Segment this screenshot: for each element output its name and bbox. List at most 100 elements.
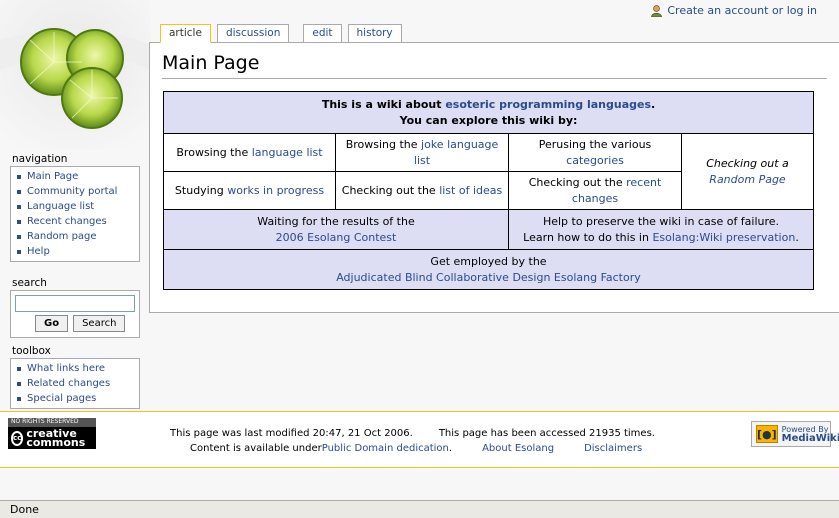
search-buttons: Go Search <box>15 315 135 335</box>
mediawiki-text: Powered By MediaWiki <box>781 425 839 444</box>
esoteric-languages-link[interactable]: esoteric programming languages <box>445 98 651 111</box>
toolbox-heading: toolbox <box>12 345 51 357</box>
language-list-link[interactable]: language list <box>252 146 323 159</box>
user-icon <box>651 4 663 17</box>
about-link[interactable]: About Esolang <box>482 441 554 456</box>
explore-text: You can explore this wiki by: <box>399 113 578 127</box>
cell-text: Checking out the <box>341 183 440 197</box>
nav-item-label[interactable]: Recent changes <box>27 214 107 229</box>
cell-text: Learn how to do this in <box>523 230 653 244</box>
toolbox-item-what-links-here[interactable]: What links here <box>15 361 135 376</box>
license-text: Content is available under <box>190 443 322 454</box>
footer-row-2: Content is available under Public Domain… <box>170 441 670 456</box>
search-body: Go Search <box>10 290 140 338</box>
mediawiki-logo-icon: [●] <box>756 425 778 443</box>
welcome-post: . <box>651 97 656 111</box>
access-count-text: This page has been accessed 21935 times. <box>438 428 655 439</box>
bullet-icon <box>17 174 21 179</box>
toolbox-item-label[interactable]: Special pages <box>27 391 96 406</box>
works-in-progress-link[interactable]: works in progress <box>227 184 324 197</box>
public-domain-link[interactable]: Public Domain dedication <box>322 441 449 456</box>
tab-discussion[interactable]: discussion <box>216 24 290 42</box>
footer-row-1: This page was last modified 20:47, 21 Oc… <box>170 426 670 441</box>
cell-text: Checking out the <box>528 175 627 189</box>
bullet-icon <box>17 189 21 194</box>
page-title: Main Page <box>162 51 827 79</box>
create-account-link[interactable]: Create an account or log in <box>667 4 817 17</box>
cell-language-list: Browsing the language list <box>163 133 336 172</box>
cell-list-of-ideas: Checking out the list of ideas <box>335 171 509 210</box>
joke-language-list-link[interactable]: joke language list <box>414 138 498 167</box>
toolbox-item-label[interactable]: What links here <box>27 361 105 376</box>
wiki-preservation-link[interactable]: Esolang:Wiki preservation <box>652 231 795 244</box>
cell-text: Waiting for the results of the <box>257 214 415 228</box>
search-input[interactable] <box>15 295 135 312</box>
tab-edit[interactable]: edit <box>303 24 342 42</box>
cell-esolang-contest: Waiting for the results of the 2006 Esol… <box>163 209 509 250</box>
categories-link[interactable]: categories <box>566 154 624 167</box>
footer-info: This page was last modified 20:47, 21 Oc… <box>170 426 670 456</box>
mediawiki-name: MediaWiki <box>781 433 839 444</box>
cell-text: Studying <box>174 183 228 197</box>
cell-text: Browsing the <box>345 137 422 151</box>
cc-top-text: NO RIGHTS RESERVED <box>8 418 96 427</box>
search-button[interactable]: Search <box>73 315 126 332</box>
bullet-icon <box>17 219 21 224</box>
cc-logo-icon: cc <box>11 430 24 446</box>
bullet-icon <box>17 396 21 401</box>
toolbox-portlet: toolbox What links here Related changes … <box>10 344 140 409</box>
cell-text: Checking out a <box>706 156 789 170</box>
nav-item-label[interactable]: Community portal <box>27 184 117 199</box>
nav-item-recent-changes[interactable]: Recent changes <box>15 214 135 229</box>
cc-main: cc creative commons <box>8 427 96 449</box>
navigation-body: Main Page Community portal Language list… <box>10 166 140 262</box>
toolbox-item-label[interactable]: Related changes <box>27 376 110 391</box>
bullet-icon <box>17 204 21 209</box>
nav-item-random-page[interactable]: Random page <box>15 229 135 244</box>
nav-item-language-list[interactable]: Language list <box>15 199 135 214</box>
cell-random-page: Checking out a Random Page <box>681 133 814 210</box>
nav-item-help[interactable]: Help <box>15 244 135 259</box>
cell-joke-list: Browsing the joke language list <box>335 133 509 172</box>
go-button[interactable]: Go <box>35 315 69 332</box>
main-page-table: This is a wiki about esoteric programmin… <box>163 91 814 290</box>
cell-recent-changes: Checking out the recent changes <box>508 171 682 210</box>
cell-text: Help to preserve the wiki in case of fai… <box>542 214 780 228</box>
site-logo[interactable] <box>0 0 150 150</box>
toolbox-item-related-changes[interactable]: Related changes <box>15 376 135 391</box>
cell-text: . <box>795 230 799 244</box>
mediawiki-badge[interactable]: [●] Powered By MediaWiki <box>751 421 839 447</box>
list-of-ideas-link[interactable]: list of ideas <box>439 184 502 197</box>
browser-status-bar: Done <box>0 500 839 518</box>
toolbox-body: What links here Related changes Special … <box>10 358 140 409</box>
tab-article[interactable]: article <box>160 24 211 43</box>
search-heading: search <box>12 277 47 289</box>
esolang-factory-link[interactable]: Adjudicated Blind Collaborative Design E… <box>336 271 641 284</box>
toolbox-item-special-pages[interactable]: Special pages <box>15 391 135 406</box>
disclaimers-link[interactable]: Disclaimers <box>584 441 642 456</box>
cell-text: Perusing the various <box>538 137 652 151</box>
nav-item-label[interactable]: Random page <box>27 229 97 244</box>
content-area: Main Page This is a wiki about esoteric … <box>149 42 839 313</box>
last-modified-text: This page was last modified 20:47, 21 Oc… <box>170 428 413 439</box>
cell-wiki-preservation: Help to preserve the wiki in case of fai… <box>508 209 814 250</box>
esolang-contest-link[interactable]: 2006 Esolang Contest <box>276 231 397 244</box>
tab-history[interactable]: history <box>347 24 402 42</box>
nav-item-label[interactable]: Language list <box>27 199 94 214</box>
nav-item-label[interactable]: Help <box>27 244 50 259</box>
cell-esolang-factory: Get employed by the Adjudicated Blind Co… <box>163 249 814 290</box>
creative-commons-badge[interactable]: NO RIGHTS RESERVED cc creative commons <box>8 418 96 449</box>
welcome-pre: This is a wiki about <box>321 97 446 111</box>
random-page-link[interactable]: Random Page <box>709 173 785 186</box>
footer: NO RIGHTS RESERVED cc creative commons T… <box>0 411 839 468</box>
bullet-icon <box>17 234 21 239</box>
cell-categories: Perusing the various categories <box>508 133 682 172</box>
nav-item-community-portal[interactable]: Community portal <box>15 184 135 199</box>
nav-item-label[interactable]: Main Page <box>27 169 78 184</box>
cell-works-in-progress: Studying works in progress <box>163 171 336 210</box>
license-post: . <box>448 443 453 454</box>
nav-item-main-page[interactable]: Main Page <box>15 169 135 184</box>
welcome-header: This is a wiki about esoteric programmin… <box>163 91 814 134</box>
bullet-icon <box>17 249 21 254</box>
cell-text: Get employed by the <box>430 254 547 268</box>
